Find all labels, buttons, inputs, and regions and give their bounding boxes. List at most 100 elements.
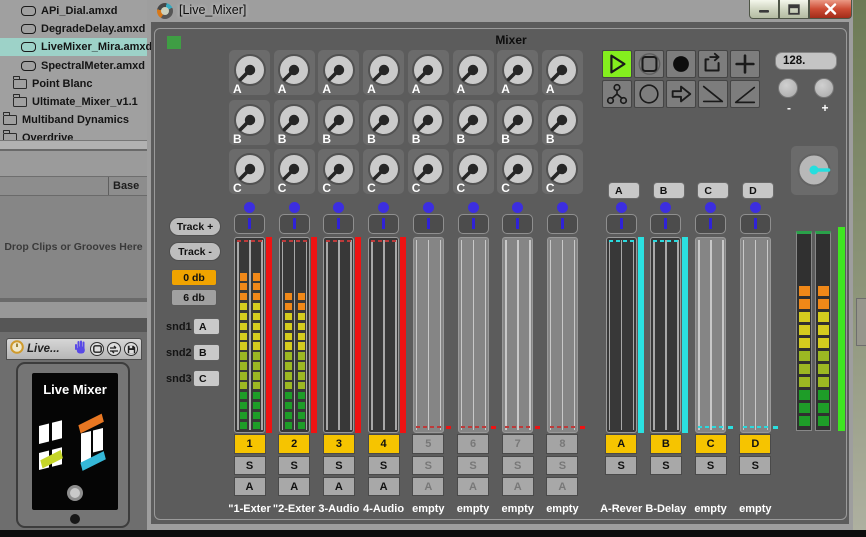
pan-control[interactable]: [413, 214, 444, 234]
send-knob-C3[interactable]: C: [318, 149, 359, 194]
transport-arrow-right-button[interactable]: [666, 80, 696, 108]
send-knob-B4[interactable]: B: [363, 100, 404, 145]
pan-control[interactable]: [368, 214, 399, 234]
close-button[interactable]: [809, 0, 852, 19]
send-knob-A7[interactable]: A: [497, 50, 538, 95]
arm-button[interactable]: A: [412, 477, 444, 496]
master-fader[interactable]: [838, 227, 845, 431]
browser-item[interactable]: DegradeDelay.amxd: [0, 20, 147, 38]
send-knob-B1[interactable]: B: [229, 100, 270, 145]
send-knob-A4[interactable]: A: [363, 50, 404, 95]
volume-fader[interactable]: [535, 426, 540, 429]
solo-button[interactable]: S: [605, 456, 637, 475]
volume-fader[interactable]: [638, 237, 644, 433]
track-select-button[interactable]: C: [695, 434, 727, 454]
device-power-icon[interactable]: [10, 340, 24, 359]
pan-control[interactable]: [458, 214, 489, 234]
track-select-button[interactable]: 1: [234, 434, 266, 454]
track-plus-button[interactable]: Track +: [169, 217, 221, 236]
pan-control[interactable]: [547, 214, 578, 234]
return-selector-D[interactable]: D: [742, 182, 774, 199]
tempo-increment-button[interactable]: [814, 78, 834, 98]
browser-item[interactable]: Ultimate_Mixer_v1.1: [0, 93, 147, 111]
channel-meter[interactable]: [547, 237, 578, 433]
track-select-button[interactable]: 2: [278, 434, 310, 454]
arm-button[interactable]: A: [546, 477, 578, 496]
solo-button[interactable]: S: [739, 456, 771, 475]
track-select-button[interactable]: D: [739, 434, 771, 454]
maximize-button[interactable]: [779, 0, 809, 19]
track-select-button[interactable]: 7: [502, 434, 534, 454]
volume-fader[interactable]: [728, 426, 733, 429]
send-knob-B8[interactable]: B: [542, 100, 583, 145]
solo-button[interactable]: S: [650, 456, 682, 475]
transport-play-button[interactable]: [602, 50, 632, 78]
pan-control[interactable]: [323, 214, 354, 234]
volume-fader[interactable]: [773, 426, 778, 429]
send-knob-B3[interactable]: B: [318, 100, 359, 145]
transport-nodes-button[interactable]: [602, 80, 632, 108]
send-knob-A6[interactable]: A: [453, 50, 494, 95]
transport-add-button[interactable]: [730, 50, 760, 78]
tempo-decrement-button[interactable]: [778, 78, 798, 98]
volume-fader[interactable]: [580, 426, 585, 429]
pan-control[interactable]: [279, 214, 310, 234]
send3-button[interactable]: C: [193, 370, 220, 387]
device-hotswap-button[interactable]: [107, 342, 121, 356]
transport-ramp-up-button[interactable]: [730, 80, 760, 108]
send2-button[interactable]: B: [193, 344, 220, 361]
db0-button[interactable]: 0 db: [171, 269, 217, 286]
channel-meter[interactable]: [413, 237, 444, 433]
arm-button[interactable]: A: [323, 477, 355, 496]
send-knob-B6[interactable]: B: [453, 100, 494, 145]
channel-meter[interactable]: [368, 237, 399, 433]
volume-fader[interactable]: [400, 237, 406, 433]
arm-button[interactable]: A: [502, 477, 534, 496]
channel-meter[interactable]: [502, 237, 533, 433]
send-knob-B2[interactable]: B: [274, 100, 315, 145]
device-save-button[interactable]: [124, 342, 138, 356]
solo-button[interactable]: S: [502, 456, 534, 475]
send-knob-A1[interactable]: A: [229, 50, 270, 95]
send-knob-C4[interactable]: C: [363, 149, 404, 194]
track-select-button[interactable]: 8: [546, 434, 578, 454]
send-knob-C6[interactable]: C: [453, 149, 494, 194]
browser-item[interactable]: Point Blanc: [0, 75, 147, 93]
return-selector-A[interactable]: A: [608, 182, 640, 199]
pan-control[interactable]: [695, 214, 726, 234]
track-select-button[interactable]: B: [650, 434, 682, 454]
solo-button[interactable]: S: [695, 456, 727, 475]
arm-button[interactable]: A: [234, 477, 266, 496]
send-knob-C5[interactable]: C: [408, 149, 449, 194]
browser-item[interactable]: SpectralMeter.amxd: [0, 57, 147, 75]
browser-item[interactable]: Multiband Dynamics: [0, 111, 147, 129]
transport-stop-button[interactable]: [634, 50, 664, 78]
channel-meter[interactable]: [606, 237, 637, 433]
send1-button[interactable]: A: [193, 318, 220, 335]
return-selector-B[interactable]: B: [653, 182, 685, 199]
pan-control[interactable]: [502, 214, 533, 234]
volume-fader[interactable]: [266, 237, 272, 433]
arm-button[interactable]: A: [368, 477, 400, 496]
channel-meter[interactable]: [458, 237, 489, 433]
track-select-button[interactable]: 6: [457, 434, 489, 454]
clip-drop-zone[interactable]: Drop Clips or Grooves Here: [0, 196, 147, 298]
arm-button[interactable]: A: [278, 477, 310, 496]
pan-control[interactable]: [606, 214, 637, 234]
browser-item[interactable]: LiveMixer_Mira.amxd: [0, 38, 147, 56]
send-knob-C2[interactable]: C: [274, 149, 315, 194]
send-knob-C7[interactable]: C: [497, 149, 538, 194]
arm-button[interactable]: A: [457, 477, 489, 496]
send-knob-B7[interactable]: B: [497, 100, 538, 145]
channel-meter[interactable]: [740, 237, 771, 433]
return-selector-C[interactable]: C: [697, 182, 729, 199]
pan-control[interactable]: [650, 214, 681, 234]
track-minus-button[interactable]: Track -: [169, 242, 221, 261]
channel-meter[interactable]: [695, 237, 726, 433]
track-select-button[interactable]: 4: [368, 434, 400, 454]
transport-record-button[interactable]: [666, 50, 696, 78]
track-select-button[interactable]: 3: [323, 434, 355, 454]
channel-meter[interactable]: [323, 237, 354, 433]
volume-fader[interactable]: [355, 237, 361, 433]
send-knob-A3[interactable]: A: [318, 50, 359, 95]
